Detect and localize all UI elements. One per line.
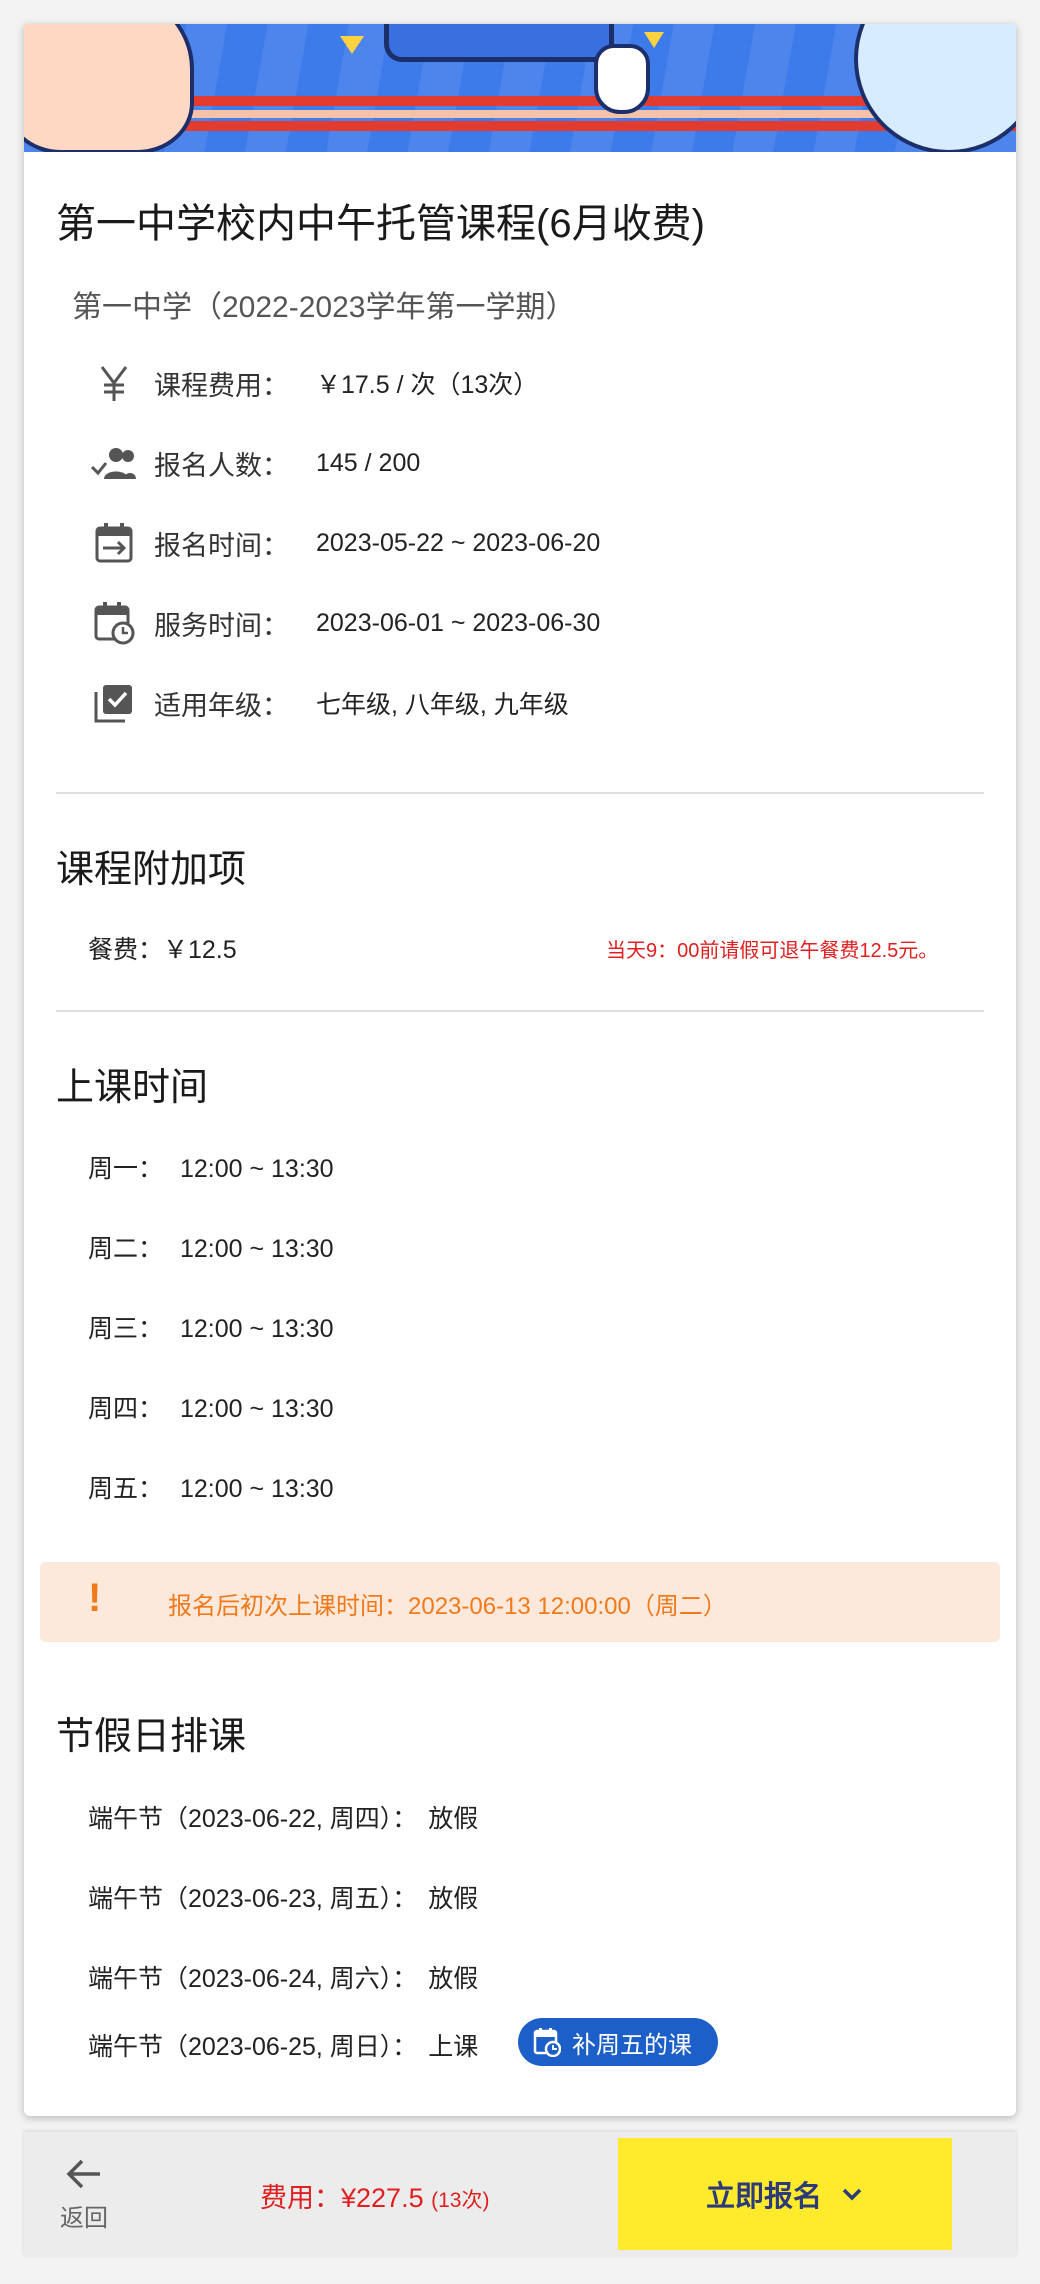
info-value: ￥17.5 / 次（13次） <box>316 371 539 399</box>
holiday-status: 放假 <box>428 1805 479 1833</box>
pointing-hand-graphic <box>594 44 650 114</box>
section-title-addons: 课程附加项 <box>56 849 247 891</box>
schedule-row: 周五： 12:00 ~ 13:30 <box>88 1469 334 1505</box>
total-fee-amount: 费用：¥227.5 <box>260 2183 424 2213</box>
info-row-service-period: 服务时间： 2023-06-01 ~ 2023-06-30 <box>88 595 600 651</box>
checkbox-stack-icon <box>88 677 140 729</box>
holiday-row: 端午节（2023-06-24, 周六）： 放假 <box>88 1959 478 1995</box>
enroll-now-label: 立即报名 <box>705 2181 822 2213</box>
back-button[interactable]: 返回 <box>54 2154 114 2238</box>
makeup-class-chip[interactable]: 补周五的课 <box>518 2018 718 2066</box>
holiday-name: 端午节（2023-06-23, 周五）： <box>88 1885 418 1913</box>
schedule-time: 12:00 ~ 13:30 <box>179 1395 334 1423</box>
info-value: 2023-05-22 ~ 2023-06-20 <box>316 528 601 557</box>
warning-icon: ! <box>88 1576 102 1620</box>
holiday-row: 端午节（2023-06-23, 周五）： 放假 <box>88 1879 478 1915</box>
calendar-arrow-icon <box>88 517 140 569</box>
schedule-day: 周五： <box>88 1475 164 1503</box>
holiday-status: 上课 <box>428 2033 479 2061</box>
course-school-term: 第一中学（2022-2023学年第一学期） <box>72 291 576 324</box>
first-class-alert-text: 报名后初次上课时间：2023-06-13 12:00:00（周二） <box>168 1593 727 1620</box>
schedule-row: 周三： 12:00 ~ 13:30 <box>88 1309 334 1345</box>
chevron-down-icon <box>840 2182 864 2206</box>
meal-fee: 餐费：￥12.5 <box>88 936 237 964</box>
schedule-day: 周二： <box>88 1235 164 1263</box>
meal-refund-note: 当天9：00前请假可退午餐费12.5元。 <box>606 940 939 962</box>
banner-signup-graphic <box>384 24 614 62</box>
info-label: 服务时间： <box>154 610 289 641</box>
holiday-status: 放假 <box>428 1885 479 1913</box>
info-value: 七年级, 八年级, 九年级 <box>316 691 569 719</box>
yuan-icon <box>88 357 140 409</box>
back-button-label: 返回 <box>60 2205 108 2232</box>
calendar-clock-icon <box>88 597 140 649</box>
info-row-enrolled: 报名人数： 145 / 200 <box>88 435 420 491</box>
total-fee: 费用：¥227.5 (13次) <box>260 2176 489 2215</box>
info-label: 报名时间： <box>154 530 289 561</box>
enroll-now-button[interactable]: 立即报名 <box>618 2138 952 2250</box>
schedule-row: 周一： 12:00 ~ 13:30 <box>88 1149 334 1185</box>
holiday-name: 端午节（2023-06-22, 周四）： <box>88 1805 418 1833</box>
course-banner-image <box>24 24 1016 152</box>
section-title-schedule: 上课时间 <box>56 1067 209 1109</box>
schedule-time: 12:00 ~ 13:30 <box>179 1315 334 1343</box>
calendar-clock-icon <box>532 2027 562 2057</box>
info-row-signup-period: 报名时间： 2023-05-22 ~ 2023-06-20 <box>88 515 600 571</box>
cartoon-child-left <box>24 24 194 152</box>
holiday-row: 端午节（2023-06-25, 周日）： 上课 <box>88 2027 478 2063</box>
total-fee-count: (13次) <box>431 2189 490 2212</box>
info-value: 145 / 200 <box>316 448 421 477</box>
info-label: 课程费用： <box>154 370 289 401</box>
holiday-name: 端午节（2023-06-24, 周六）： <box>88 1965 418 1993</box>
info-row-grades: 适用年级： 七年级, 八年级, 九年级 <box>88 675 569 731</box>
schedule-time: 12:00 ~ 13:30 <box>179 1475 334 1503</box>
first-class-alert: ! 报名后初次上课时间：2023-06-13 12:00:00（周二） <box>40 1562 1000 1642</box>
divider <box>56 792 984 794</box>
course-title: 第一中学校内中午托管课程(6月收费) <box>56 202 705 246</box>
schedule-day: 周一： <box>88 1155 164 1183</box>
holiday-name: 端午节（2023-06-25, 周日）： <box>88 2033 418 2061</box>
bottom-action-bar: 返回 费用：¥227.5 (13次) 立即报名 <box>24 2132 1016 2256</box>
info-row-fee: 课程费用： ￥17.5 / 次（13次） <box>88 355 538 411</box>
schedule-row: 周四： 12:00 ~ 13:30 <box>88 1389 334 1425</box>
divider <box>56 1010 984 1012</box>
schedule-time: 12:00 ~ 13:30 <box>179 1155 334 1183</box>
holiday-row: 端午节（2023-06-22, 周四）： 放假 <box>88 1799 478 1835</box>
section-title-holidays: 节假日排课 <box>56 1716 247 1758</box>
info-label: 适用年级： <box>154 690 289 721</box>
makeup-class-chip-label: 补周五的课 <box>572 2031 692 2059</box>
info-label: 报名人数： <box>154 450 289 481</box>
holiday-status: 放假 <box>428 1965 479 1993</box>
course-detail-card: 第一中学校内中午托管课程(6月收费) 第一中学（2022-2023学年第一学期）… <box>24 24 1016 2116</box>
arrow-left-icon <box>54 2154 114 2194</box>
schedule-time: 12:00 ~ 13:30 <box>179 1235 334 1263</box>
schedule-day: 周三： <box>88 1315 164 1343</box>
people-check-icon <box>88 437 140 489</box>
schedule-day: 周四： <box>88 1395 164 1423</box>
schedule-row: 周二： 12:00 ~ 13:30 <box>88 1229 334 1265</box>
info-value: 2023-06-01 ~ 2023-06-30 <box>316 608 601 637</box>
